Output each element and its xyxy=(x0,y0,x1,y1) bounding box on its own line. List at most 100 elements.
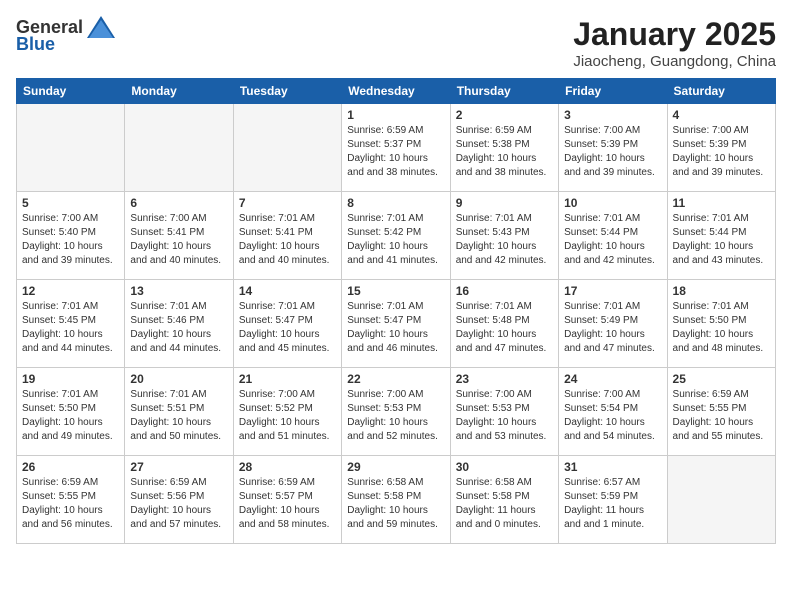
day-number: 21 xyxy=(239,372,336,386)
cell-details: Sunrise: 7:00 AMSunset: 5:40 PMDaylight:… xyxy=(22,212,119,268)
cell-details: Sunrise: 6:59 AMSunset: 5:37 PMDaylight:… xyxy=(347,124,444,180)
cell-details: Sunrise: 6:59 AMSunset: 5:57 PMDaylight:… xyxy=(239,476,336,532)
day-number: 18 xyxy=(673,284,770,298)
table-row: 12Sunrise: 7:01 AMSunset: 5:45 PMDayligh… xyxy=(17,280,125,368)
day-number: 11 xyxy=(673,196,770,210)
table-row: 17 Sunrise: 7:01 AMSunset: 5:49 PMDayligh… xyxy=(559,280,667,368)
day-number: 9 xyxy=(456,196,553,210)
table-row: 8Sunrise: 7:01 AMSunset: 5:42 PMDaylight… xyxy=(342,192,450,280)
day-number: 24 xyxy=(564,372,661,386)
header-thursday: Thursday xyxy=(450,79,558,104)
title-block: January 2025 Jiaocheng, Guangdong, China xyxy=(573,16,776,70)
table-row: 26 Sunrise: 6:59 AMSunset: 5:55 PMDayligh… xyxy=(17,456,125,544)
header-tuesday: Tuesday xyxy=(233,79,341,104)
day-number: 19 xyxy=(22,372,119,386)
table-row: 14 Sunrise: 7:01 AMSunset: 5:47 PMDayligh… xyxy=(233,280,341,368)
table-row: 16Sunrise: 7:01 AMSunset: 5:48 PMDayligh… xyxy=(450,280,558,368)
cell-details: Sunrise: 7:01 AMSunset: 5:51 PMDaylight:… xyxy=(130,388,227,444)
day-number: 31 xyxy=(564,460,661,474)
table-row: 21Sunrise: 7:00 AMSunset: 5:52 PMDayligh… xyxy=(233,368,341,456)
cell-details: Sunrise: 7:01 AMSunset: 5:43 PMDaylight:… xyxy=(456,212,553,268)
day-number: 22 xyxy=(347,372,444,386)
cell-details: Sunrise: 7:01 AMSunset: 5:49 PMDaylight:… xyxy=(564,300,661,356)
header-saturday: Saturday xyxy=(667,79,775,104)
cell-details: Sunrise: 7:01 AMSunset: 5:47 PMDaylight:… xyxy=(239,300,336,356)
calendar-header-row: Sunday Monday Tuesday Wednesday Thursday… xyxy=(17,79,776,104)
table-row: 19 Sunrise: 7:01 AMSunset: 5:50 PMDayligh… xyxy=(17,368,125,456)
day-number: 3 xyxy=(564,108,661,122)
day-number: 17 xyxy=(564,284,661,298)
cell-details: Sunrise: 7:01 AMSunset: 5:44 PMDaylight:… xyxy=(673,212,770,268)
day-number: 25 xyxy=(673,372,770,386)
table-row xyxy=(17,104,125,192)
table-row: 28 Sunrise: 6:59 AMSunset: 5:57 PMDayligh… xyxy=(233,456,341,544)
day-number: 28 xyxy=(239,460,336,474)
table-row: 22 Sunrise: 7:00 AMSunset: 5:53 PMDayligh… xyxy=(342,368,450,456)
logo: General Blue xyxy=(16,16,115,55)
day-number: 23 xyxy=(456,372,553,386)
day-number: 2 xyxy=(456,108,553,122)
cell-details: Sunrise: 7:00 AMSunset: 5:54 PMDaylight:… xyxy=(564,388,661,444)
calendar-week-row: 12Sunrise: 7:01 AMSunset: 5:45 PMDayligh… xyxy=(17,280,776,368)
table-row: 23 Sunrise: 7:00 AMSunset: 5:53 PMDayligh… xyxy=(450,368,558,456)
calendar-week-row: 1Sunrise: 6:59 AMSunset: 5:37 PMDaylight… xyxy=(17,104,776,192)
table-row: 10 Sunrise: 7:01 AMSunset: 5:44 PMDayligh… xyxy=(559,192,667,280)
logo-icon xyxy=(87,16,115,38)
day-number: 14 xyxy=(239,284,336,298)
table-row: 9 Sunrise: 7:01 AMSunset: 5:43 PMDaylight… xyxy=(450,192,558,280)
table-row: 1Sunrise: 6:59 AMSunset: 5:37 PMDaylight… xyxy=(342,104,450,192)
day-number: 13 xyxy=(130,284,227,298)
cell-details: Sunrise: 7:01 AMSunset: 5:42 PMDaylight:… xyxy=(347,212,444,268)
cell-details: Sunrise: 7:00 AMSunset: 5:53 PMDaylight:… xyxy=(347,388,444,444)
header-monday: Monday xyxy=(125,79,233,104)
day-number: 10 xyxy=(564,196,661,210)
day-number: 30 xyxy=(456,460,553,474)
day-number: 26 xyxy=(22,460,119,474)
cell-details: Sunrise: 6:59 AMSunset: 5:56 PMDaylight:… xyxy=(130,476,227,532)
table-row: 13 Sunrise: 7:01 AMSunset: 5:46 PMDayligh… xyxy=(125,280,233,368)
cell-details: Sunrise: 6:57 AMSunset: 5:59 PMDaylight:… xyxy=(564,476,661,532)
cell-details: Sunrise: 7:01 AMSunset: 5:47 PMDaylight:… xyxy=(347,300,444,356)
day-number: 16 xyxy=(456,284,553,298)
header-friday: Friday xyxy=(559,79,667,104)
cell-details: Sunrise: 7:00 AMSunset: 5:41 PMDaylight:… xyxy=(130,212,227,268)
day-number: 7 xyxy=(239,196,336,210)
header-sunday: Sunday xyxy=(17,79,125,104)
day-number: 27 xyxy=(130,460,227,474)
table-row: 30Sunrise: 6:58 AMSunset: 5:58 PMDayligh… xyxy=(450,456,558,544)
table-row: 7 Sunrise: 7:01 AMSunset: 5:41 PMDaylight… xyxy=(233,192,341,280)
table-row: 29 Sunrise: 6:58 AMSunset: 5:58 PMDayligh… xyxy=(342,456,450,544)
table-row: 6Sunrise: 7:00 AMSunset: 5:41 PMDaylight… xyxy=(125,192,233,280)
table-row: 3 Sunrise: 7:00 AMSunset: 5:39 PMDaylight… xyxy=(559,104,667,192)
calendar-week-row: 26 Sunrise: 6:59 AMSunset: 5:55 PMDayligh… xyxy=(17,456,776,544)
calendar-week-row: 19 Sunrise: 7:01 AMSunset: 5:50 PMDayligh… xyxy=(17,368,776,456)
day-number: 20 xyxy=(130,372,227,386)
table-row: 27 Sunrise: 6:59 AMSunset: 5:56 PMDayligh… xyxy=(125,456,233,544)
table-row: 20 Sunrise: 7:01 AMSunset: 5:51 PMDayligh… xyxy=(125,368,233,456)
table-row: 18Sunrise: 7:01 AMSunset: 5:50 PMDayligh… xyxy=(667,280,775,368)
cell-details: Sunrise: 7:01 AMSunset: 5:45 PMDaylight:… xyxy=(22,300,119,356)
header-wednesday: Wednesday xyxy=(342,79,450,104)
cell-details: Sunrise: 6:59 AMSunset: 5:55 PMDaylight:… xyxy=(22,476,119,532)
cell-details: Sunrise: 7:01 AMSunset: 5:50 PMDaylight:… xyxy=(22,388,119,444)
logo-blue: Blue xyxy=(16,34,55,55)
table-row xyxy=(233,104,341,192)
table-row: 24 Sunrise: 7:00 AMSunset: 5:54 PMDayligh… xyxy=(559,368,667,456)
cell-details: Sunrise: 7:01 AMSunset: 5:44 PMDaylight:… xyxy=(564,212,661,268)
calendar-subtitle: Jiaocheng, Guangdong, China xyxy=(573,53,776,70)
cell-details: Sunrise: 7:00 AMSunset: 5:39 PMDaylight:… xyxy=(564,124,661,180)
cell-details: Sunrise: 7:01 AMSunset: 5:41 PMDaylight:… xyxy=(239,212,336,268)
cell-details: Sunrise: 7:01 AMSunset: 5:46 PMDaylight:… xyxy=(130,300,227,356)
table-row: 31 Sunrise: 6:57 AMSunset: 5:59 PMDayligh… xyxy=(559,456,667,544)
table-row: 5 Sunrise: 7:00 AMSunset: 5:40 PMDaylight… xyxy=(17,192,125,280)
cell-details: Sunrise: 6:58 AMSunset: 5:58 PMDaylight:… xyxy=(347,476,444,532)
cell-details: Sunrise: 6:59 AMSunset: 5:38 PMDaylight:… xyxy=(456,124,553,180)
table-row: 25Sunrise: 6:59 AMSunset: 5:55 PMDayligh… xyxy=(667,368,775,456)
day-number: 4 xyxy=(673,108,770,122)
calendar-week-row: 5 Sunrise: 7:00 AMSunset: 5:40 PMDaylight… xyxy=(17,192,776,280)
page-header: General Blue January 2025 Jiaocheng, Gua… xyxy=(16,16,776,70)
table-row xyxy=(667,456,775,544)
cell-details: Sunrise: 7:00 AMSunset: 5:53 PMDaylight:… xyxy=(456,388,553,444)
day-number: 29 xyxy=(347,460,444,474)
day-number: 5 xyxy=(22,196,119,210)
